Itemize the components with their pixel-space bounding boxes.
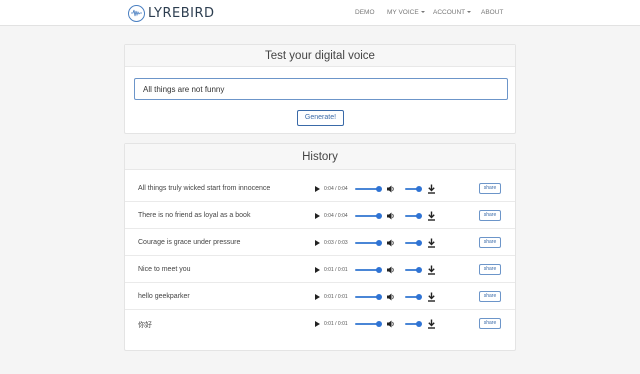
audio-time: 0:04 / 0:04 xyxy=(324,186,348,192)
seek-slider[interactable] xyxy=(355,267,382,273)
history-text: All things truly wicked start from innoc… xyxy=(138,185,271,192)
play-icon[interactable] xyxy=(315,294,320,300)
seek-slider[interactable] xyxy=(355,294,382,300)
volume-slider[interactable] xyxy=(405,240,422,246)
share-button[interactable]: share xyxy=(479,183,501,194)
seek-slider[interactable] xyxy=(355,213,382,219)
history-text: Courage is grace under pressure xyxy=(138,239,241,246)
audio-player: 0:01 / 0:01 xyxy=(315,319,445,329)
history-panel: History All things truly wicked start fr… xyxy=(124,143,516,351)
nav-account[interactable]: ACCOUNT xyxy=(433,9,472,16)
audio-player: 0:01 / 0:01 xyxy=(315,292,445,302)
history-row: All things truly wicked start from innoc… xyxy=(125,175,515,202)
audio-player: 0:03 / 0:03 xyxy=(315,238,445,248)
volume-icon[interactable] xyxy=(387,239,395,247)
seek-handle[interactable] xyxy=(376,213,382,219)
brand-name: LYREBIRD xyxy=(148,5,215,21)
history-text: There is no friend as loyal as a book xyxy=(138,212,251,219)
history-title: History xyxy=(125,144,515,170)
download-icon[interactable] xyxy=(427,184,436,194)
volume-slider[interactable] xyxy=(405,186,422,192)
generate-button[interactable]: Generate! xyxy=(297,110,344,126)
volume-handle[interactable] xyxy=(416,267,422,273)
volume-icon[interactable] xyxy=(387,212,395,220)
test-voice-title: Test your digital voice xyxy=(125,45,515,67)
play-icon[interactable] xyxy=(315,240,320,246)
download-icon[interactable] xyxy=(427,319,436,329)
caret-down-icon xyxy=(420,11,425,13)
volume-handle[interactable] xyxy=(416,213,422,219)
play-icon[interactable] xyxy=(315,321,320,327)
history-row: hello geekparker 0:01 / 0:01 share xyxy=(125,283,515,310)
audio-time: 0:01 / 0:01 xyxy=(324,321,348,327)
play-icon[interactable] xyxy=(315,213,320,219)
seek-slider[interactable] xyxy=(355,240,382,246)
audio-player: 0:04 / 0:04 xyxy=(315,184,445,194)
voice-text-input[interactable] xyxy=(134,78,508,100)
seek-handle[interactable] xyxy=(376,294,382,300)
seek-handle[interactable] xyxy=(376,321,382,327)
history-row: Nice to meet you 0:01 / 0:01 share xyxy=(125,256,515,283)
navbar: LYREBIRD DEMO MY VOICE ACCOUNT ABOUT xyxy=(0,0,640,26)
audio-player: 0:01 / 0:01 xyxy=(315,265,445,275)
seek-slider[interactable] xyxy=(355,186,382,192)
play-icon[interactable] xyxy=(315,186,320,192)
history-text: 你好 xyxy=(138,322,152,329)
audio-time: 0:04 / 0:04 xyxy=(324,213,348,219)
download-icon[interactable] xyxy=(427,211,436,221)
volume-handle[interactable] xyxy=(416,186,422,192)
volume-handle[interactable] xyxy=(416,321,422,327)
play-icon[interactable] xyxy=(315,267,320,273)
nav-my-voice[interactable]: MY VOICE xyxy=(387,9,425,16)
volume-slider[interactable] xyxy=(405,294,422,300)
nav-about[interactable]: ABOUT xyxy=(481,9,503,16)
history-row: Courage is grace under pressure 0:03 / 0:… xyxy=(125,229,515,256)
share-button[interactable]: share xyxy=(479,291,501,302)
soundwave-logo-icon xyxy=(128,4,145,22)
audio-time: 0:01 / 0:01 xyxy=(324,294,348,300)
share-button[interactable]: share xyxy=(479,318,501,329)
history-row: There is no friend as loyal as a book 0:0… xyxy=(125,202,515,229)
volume-handle[interactable] xyxy=(416,240,422,246)
volume-handle[interactable] xyxy=(416,294,422,300)
audio-time: 0:01 / 0:01 xyxy=(324,267,348,273)
volume-slider[interactable] xyxy=(405,267,422,273)
test-voice-panel: Test your digital voice Generate! xyxy=(124,44,516,134)
share-button[interactable]: share xyxy=(479,237,501,248)
seek-slider[interactable] xyxy=(355,321,382,327)
share-button[interactable]: share xyxy=(479,264,501,275)
volume-icon[interactable] xyxy=(387,185,395,193)
seek-handle[interactable] xyxy=(376,267,382,273)
volume-slider[interactable] xyxy=(405,321,422,327)
volume-slider[interactable] xyxy=(405,213,422,219)
brand[interactable]: LYREBIRD xyxy=(128,4,215,22)
download-icon[interactable] xyxy=(427,238,436,248)
download-icon[interactable] xyxy=(427,292,436,302)
audio-time: 0:03 / 0:03 xyxy=(324,240,348,246)
download-icon[interactable] xyxy=(427,265,436,275)
volume-icon[interactable] xyxy=(387,293,395,301)
history-text: hello geekparker xyxy=(138,293,190,300)
share-button[interactable]: share xyxy=(479,210,501,221)
history-row: 你好 0:01 / 0:01 share xyxy=(125,310,515,337)
caret-down-icon xyxy=(467,11,472,13)
nav-demo[interactable]: DEMO xyxy=(355,9,375,16)
seek-handle[interactable] xyxy=(376,186,382,192)
history-text: Nice to meet you xyxy=(138,266,191,273)
seek-handle[interactable] xyxy=(376,240,382,246)
volume-icon[interactable] xyxy=(387,320,395,328)
audio-player: 0:04 / 0:04 xyxy=(315,211,445,221)
volume-icon[interactable] xyxy=(387,266,395,274)
